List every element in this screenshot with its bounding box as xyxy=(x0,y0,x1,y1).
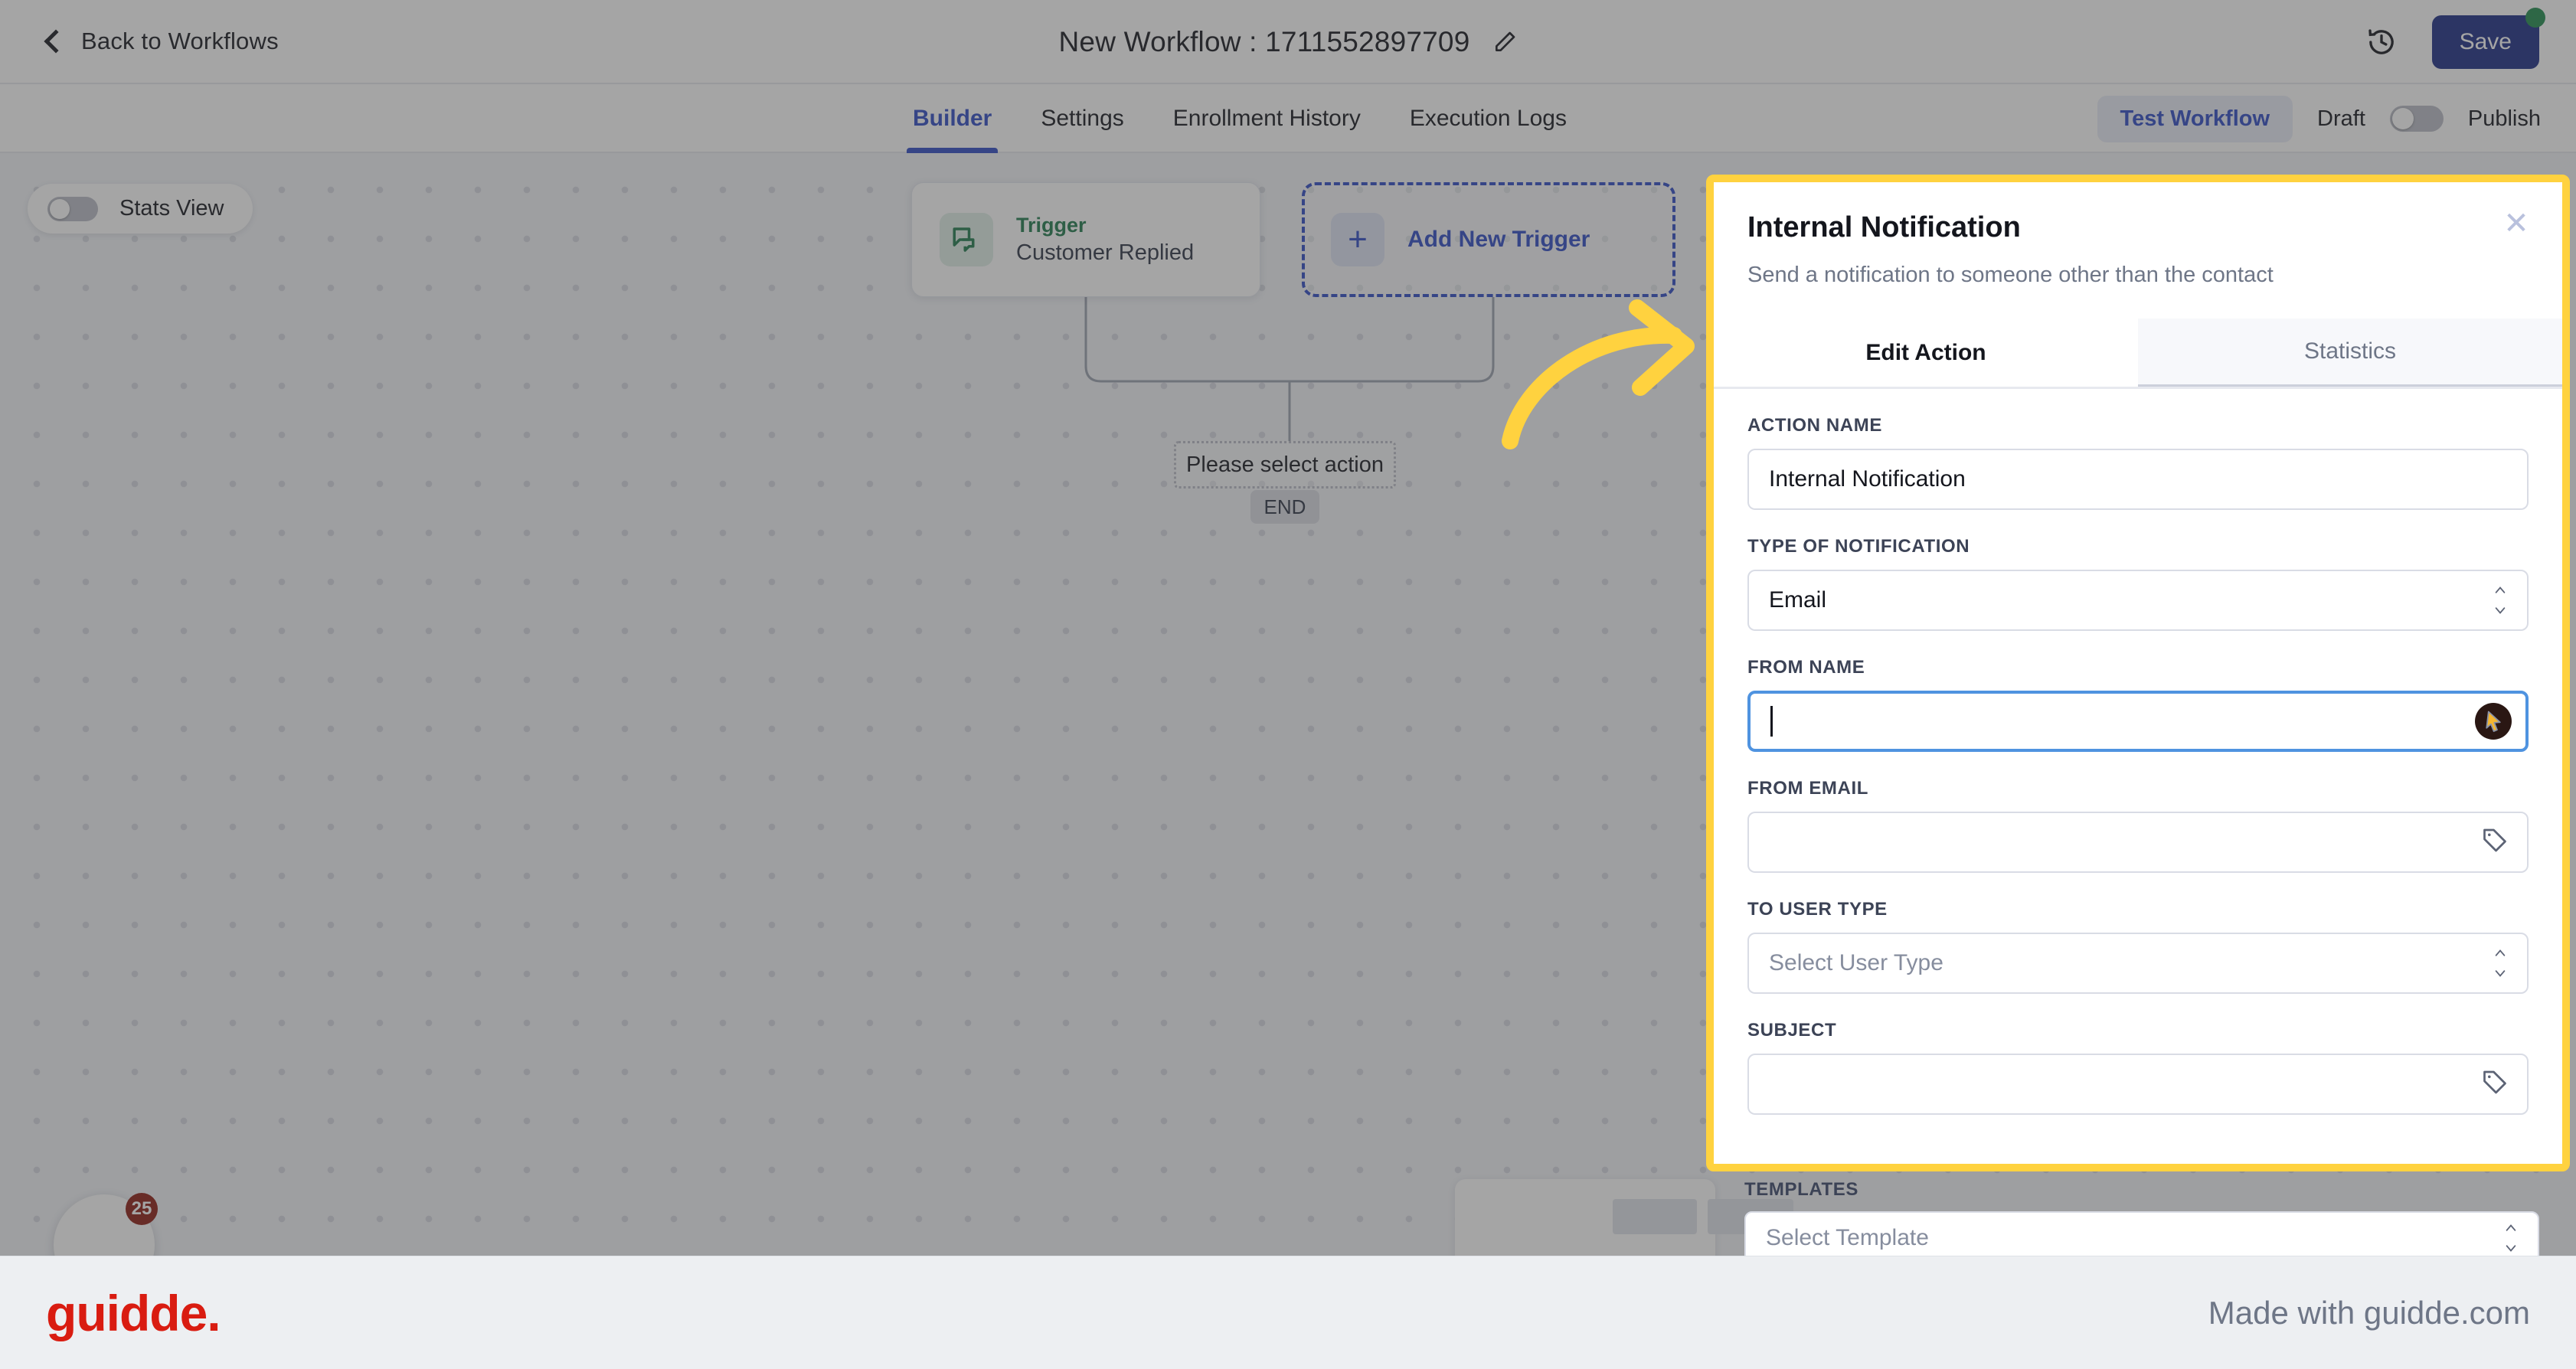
panel-form-body: ACTION NAME Internal Notification TYPE O… xyxy=(1714,389,2562,1115)
chat-bubble-icon xyxy=(940,213,993,266)
widget-placeholder-bar xyxy=(1613,1199,1697,1234)
stats-view-switch[interactable] xyxy=(47,196,98,221)
made-with-guidde-label: Made with guidde.com xyxy=(2208,1294,2530,1331)
stats-view-label: Stats View xyxy=(119,196,224,221)
draft-label: Draft xyxy=(2317,106,2365,131)
top-bar: Back to Workflows New Workflow : 1711552… xyxy=(0,0,2576,84)
tab-settings-label: Settings xyxy=(1041,106,1124,131)
publish-toggle-knob xyxy=(2391,108,2414,129)
chevron-left-icon xyxy=(44,29,68,54)
type-of-notification-value: Email xyxy=(1769,587,1827,613)
annotation-arrow xyxy=(1502,299,1695,449)
trigger-node-text: Trigger Customer Replied xyxy=(1016,214,1194,266)
to-user-type-label: TO USER TYPE xyxy=(1747,899,1888,920)
tab-edit-action-label: Edit Action xyxy=(1865,339,1986,365)
text-caret xyxy=(1770,706,1773,737)
templates-section-dimmed: TEMPLATES Select Template xyxy=(1714,1179,2570,1265)
back-to-workflows-link[interactable]: Back to Workflows xyxy=(44,28,279,55)
tab-edit-action[interactable]: Edit Action xyxy=(1714,319,2138,387)
end-node: END xyxy=(1250,490,1319,524)
trigger-node-title: Customer Replied xyxy=(1016,240,1195,265)
type-of-notification-label: TYPE OF NOTIFICATION xyxy=(1747,536,1970,557)
status-badge xyxy=(2525,8,2545,28)
chevron-updown-icon xyxy=(2493,947,2507,979)
select-action-label: Please select action xyxy=(1186,452,1384,477)
templates-label: TEMPLATES xyxy=(1744,1179,1858,1200)
top-bar-actions: Save xyxy=(2366,0,2545,84)
add-new-trigger-card[interactable]: + Add New Trigger xyxy=(1302,182,1675,297)
test-workflow-button[interactable]: Test Workflow xyxy=(2097,95,2293,142)
tag-icon[interactable] xyxy=(2481,827,2509,858)
footer-bar: guidde. Made with guidde.com xyxy=(0,1256,2576,1369)
internal-notification-panel: Internal Notification Send a notificatio… xyxy=(1706,175,2570,1171)
stats-view-toggle[interactable]: Stats View xyxy=(28,184,253,234)
save-button-wrapper: Save xyxy=(2431,8,2545,69)
panel-tab-list: Edit Action Statistics xyxy=(1714,319,2562,389)
action-name-value: Internal Notification xyxy=(1769,466,1966,492)
guidde-logo: guidde. xyxy=(46,1284,221,1341)
add-new-trigger-label: Add New Trigger xyxy=(1407,227,1590,252)
field-action-name: ACTION NAME Internal Notification xyxy=(1747,415,2529,510)
select-action-placeholder[interactable]: Please select action xyxy=(1174,441,1396,488)
back-to-workflows-label: Back to Workflows xyxy=(81,28,279,54)
notification-count-badge: 25 xyxy=(126,1193,158,1225)
from-name-label: FROM NAME xyxy=(1747,657,1865,678)
field-subject: SUBJECT xyxy=(1747,1020,2529,1115)
tag-icon[interactable] xyxy=(2481,1069,2509,1100)
action-name-label: ACTION NAME xyxy=(1747,415,1882,436)
publish-label: Publish xyxy=(2467,106,2541,131)
trigger-node-kicker: Trigger xyxy=(1016,214,1087,237)
cursor-badge-icon xyxy=(2475,703,2512,740)
field-type-of-notification: TYPE OF NOTIFICATION Email xyxy=(1747,536,2529,631)
app-root: Back to Workflows New Workflow : 1711552… xyxy=(0,0,2576,1369)
tab-enrollment-history[interactable]: Enrollment History xyxy=(1149,84,1385,153)
panel-header: Internal Notification Send a notificatio… xyxy=(1714,182,2562,288)
tab-list: Builder Settings Enrollment History Exec… xyxy=(888,84,1591,153)
from-email-label: FROM EMAIL xyxy=(1747,778,1868,799)
tab-statistics-label: Statistics xyxy=(2303,338,2397,364)
type-of-notification-select[interactable]: Email xyxy=(1747,570,2529,631)
from-email-input[interactable] xyxy=(1747,812,2529,873)
subject-input[interactable] xyxy=(1747,1054,2529,1115)
tab-bar: Builder Settings Enrollment History Exec… xyxy=(0,84,2576,153)
action-name-input[interactable]: Internal Notification xyxy=(1747,449,2529,510)
tab-statistics[interactable]: Statistics xyxy=(2138,319,2562,387)
panel-inner: Internal Notification Send a notificatio… xyxy=(1714,182,2562,1164)
chevron-updown-icon xyxy=(2504,1222,2518,1254)
pencil-icon[interactable] xyxy=(1492,30,1517,54)
trigger-node-card[interactable]: Trigger Customer Replied xyxy=(911,182,1260,297)
tab-execution-logs-label: Execution Logs xyxy=(1409,106,1567,131)
chevron-updown-icon xyxy=(2493,584,2507,616)
stats-view-switch-knob xyxy=(50,198,70,219)
panel-subtitle: Send a notification to someone other tha… xyxy=(1747,263,2274,287)
workflow-title-group: New Workflow : 1711552897709 xyxy=(0,0,2576,84)
to-user-type-placeholder: Select User Type xyxy=(1769,950,1943,975)
close-icon[interactable]: ✕ xyxy=(2499,207,2533,240)
template-select-placeholder: Select Template xyxy=(1766,1225,1929,1250)
subject-label: SUBJECT xyxy=(1747,1020,1837,1041)
tab-execution-logs[interactable]: Execution Logs xyxy=(1385,84,1591,153)
from-name-input[interactable] xyxy=(1747,691,2529,752)
tab-settings[interactable]: Settings xyxy=(1016,84,1148,153)
history-clock-icon[interactable] xyxy=(2366,27,2397,57)
end-node-label: END xyxy=(1263,495,1306,518)
plus-icon: + xyxy=(1331,213,1384,266)
to-user-type-select[interactable]: Select User Type xyxy=(1747,933,2529,994)
save-button[interactable]: Save xyxy=(2431,15,2539,69)
tab-builder[interactable]: Builder xyxy=(888,84,1016,153)
tab-enrollment-history-label: Enrollment History xyxy=(1172,106,1361,131)
field-from-email: FROM EMAIL xyxy=(1747,778,2529,873)
panel-title: Internal Notification xyxy=(1747,211,2021,243)
field-from-name: FROM NAME xyxy=(1747,657,2529,752)
field-to-user-type: TO USER TYPE Select User Type xyxy=(1747,899,2529,994)
publish-toggle[interactable] xyxy=(2389,106,2444,132)
tab-builder-label: Builder xyxy=(913,106,992,131)
page-title: New Workflow : 1711552897709 xyxy=(1058,26,1470,57)
tab-bar-actions: Test Workflow Draft Publish xyxy=(2097,84,2541,153)
